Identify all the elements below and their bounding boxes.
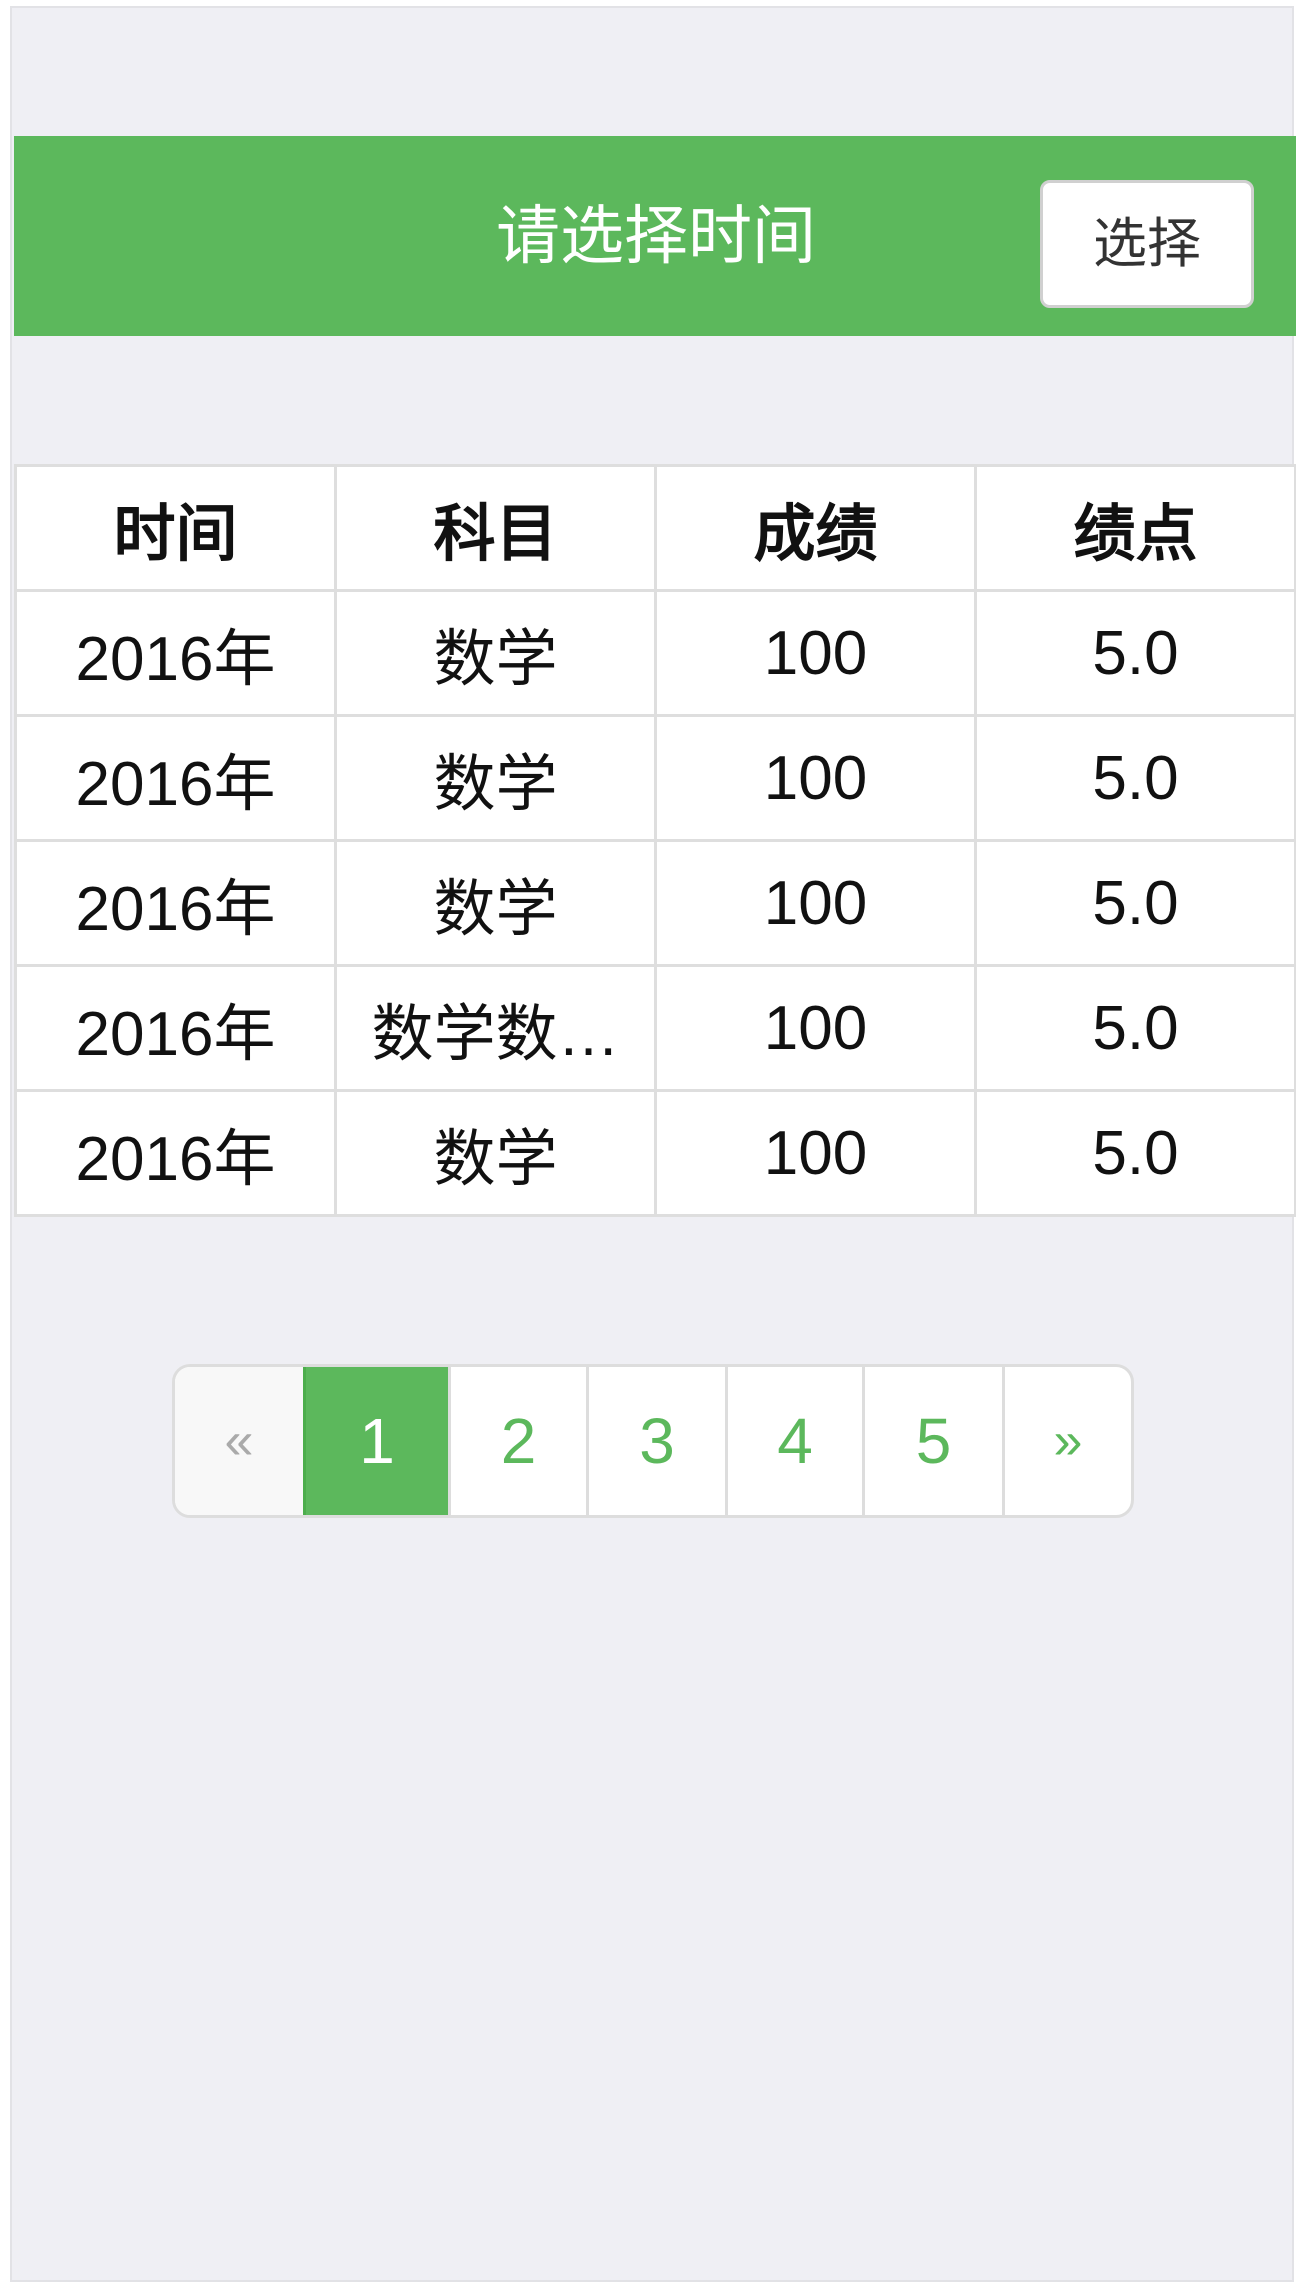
cell-subject: 数学 xyxy=(334,714,657,842)
cell-time: 2016年 xyxy=(14,589,337,717)
table-row: 2016年 数学 100 5.0 xyxy=(14,714,1296,842)
table-row: 2016年 数学 100 5.0 xyxy=(14,589,1296,717)
column-header-score: 成绩 xyxy=(654,464,977,592)
table-row: 2016年 数学 100 5.0 xyxy=(14,1089,1296,1217)
column-header-time: 时间 xyxy=(14,464,337,592)
cell-subject: 数学 xyxy=(334,839,657,967)
cell-score: 100 xyxy=(654,839,977,967)
cell-time: 2016年 xyxy=(14,714,337,842)
cell-gpa: 5.0 xyxy=(974,964,1296,1092)
cell-gpa: 5.0 xyxy=(974,1089,1296,1217)
cell-time: 2016年 xyxy=(14,839,337,967)
cell-score: 100 xyxy=(654,589,977,717)
pagination-page-4[interactable]: 4 xyxy=(725,1367,862,1515)
pagination-page-5[interactable]: 5 xyxy=(862,1367,1002,1515)
cell-gpa: 5.0 xyxy=(974,714,1296,842)
pagination: « 1 2 3 4 5 » xyxy=(172,1364,1134,1518)
cell-gpa: 5.0 xyxy=(974,839,1296,967)
cell-time: 2016年 xyxy=(14,964,337,1092)
table-row: 2016年 数学数… 100 5.0 xyxy=(14,964,1296,1092)
table-row: 2016年 数学 100 5.0 xyxy=(14,839,1296,967)
cell-time: 2016年 xyxy=(14,1089,337,1217)
cell-score: 100 xyxy=(654,714,977,842)
cell-subject: 数学数… xyxy=(334,964,657,1092)
app-frame: 请选择时间 选择 时间 科目 成绩 绩点 2016年 数学 100 5.0 20… xyxy=(10,6,1296,2282)
cell-subject: 数学 xyxy=(334,1089,657,1217)
cell-subject: 数学 xyxy=(334,589,657,717)
pagination-page-2[interactable]: 2 xyxy=(448,1367,586,1515)
select-button[interactable]: 选择 xyxy=(1040,180,1254,308)
table-header-row: 时间 科目 成绩 绩点 xyxy=(14,464,1296,592)
cell-gpa: 5.0 xyxy=(974,589,1296,717)
cell-score: 100 xyxy=(654,1089,977,1217)
pagination-page-1[interactable]: 1 xyxy=(303,1367,448,1515)
grade-table: 时间 科目 成绩 绩点 2016年 数学 100 5.0 2016年 数学 10… xyxy=(14,464,1296,1217)
header-bar: 请选择时间 选择 xyxy=(14,136,1296,336)
column-header-subject: 科目 xyxy=(334,464,657,592)
pagination-prev-button[interactable]: « xyxy=(175,1367,303,1515)
column-header-gpa: 绩点 xyxy=(974,464,1296,592)
pagination-next-button[interactable]: » xyxy=(1002,1367,1131,1515)
pagination-page-3[interactable]: 3 xyxy=(586,1367,725,1515)
cell-score: 100 xyxy=(654,964,977,1092)
